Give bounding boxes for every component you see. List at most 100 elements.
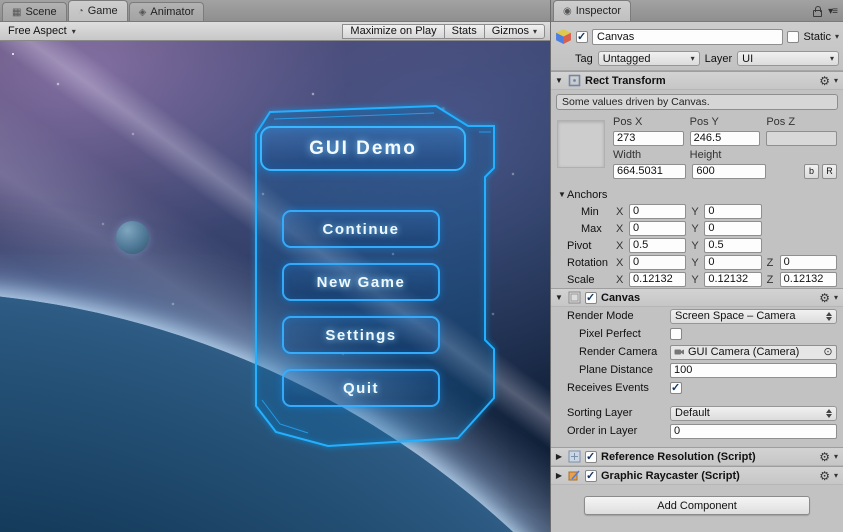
layer-dropdown[interactable]: UI ▾	[737, 51, 839, 66]
rotation-x-field[interactable]: 0	[629, 255, 687, 270]
static-dropdown-icon[interactable]: ▾	[835, 32, 839, 41]
order-in-layer-label: Order in Layer	[567, 425, 638, 437]
width-field[interactable]: 664.5031	[613, 164, 687, 179]
game-view-toolbar: Free Aspect ▾ Maximize on Play Stats Giz…	[0, 22, 550, 41]
add-component-button[interactable]: Add Component	[584, 496, 810, 515]
foldout-open-icon[interactable]: ▼	[554, 76, 564, 85]
anchor-max-row: Max X 0 Y 0	[551, 220, 843, 237]
chevron-down-icon: ▾	[690, 54, 695, 63]
rotation-y-field[interactable]: 0	[704, 255, 762, 270]
tab-game-label: Game	[87, 5, 118, 17]
anchor-max-x-field[interactable]: 0	[629, 221, 687, 236]
render-camera-label: Render Camera	[579, 346, 658, 358]
tab-inspector[interactable]: ◉ Inspector	[553, 0, 631, 21]
pivot-y-field[interactable]: 0.5	[704, 238, 762, 253]
scale-row: Scale X 0.12132 Y 0.12132 Z 0.12132	[551, 271, 843, 288]
foldout-collapsed-icon[interactable]: ▶	[554, 452, 564, 461]
rect-transform-icon	[568, 74, 581, 87]
pixel-perfect-label: Pixel Perfect	[579, 328, 641, 340]
render-camera-object-field[interactable]: GUI Camera (Camera) ⊙	[670, 344, 837, 360]
raw-edit-mode-button[interactable]: R	[821, 164, 837, 179]
sorting-layer-dropdown[interactable]: Default	[670, 405, 837, 421]
context-menu-icon[interactable]: ▾	[834, 452, 838, 461]
active-checkbox[interactable]	[576, 30, 588, 43]
gear-icon[interactable]: ⚙	[819, 469, 830, 483]
pivot-label: Pivot	[567, 239, 592, 252]
pos-y-field[interactable]: 246.5	[689, 131, 761, 146]
plane-distance-field[interactable]: 100	[670, 362, 837, 378]
chevron-down-icon: ▾	[532, 26, 537, 36]
scale-x-field[interactable]: 0.12132	[629, 272, 687, 287]
pivot-x-field[interactable]: 0.5	[629, 238, 687, 253]
foldout-collapsed-icon[interactable]: ▶	[554, 471, 564, 480]
context-menu-icon[interactable]: ▾	[834, 471, 838, 480]
graphic-raycaster-header[interactable]: ▶ Graphic Raycaster (Script) ⚙ ▾	[551, 466, 843, 485]
continue-button[interactable]: Continue	[282, 210, 440, 248]
gameobject-header: Canvas Static ▾ Tag Untagged ▾ Layer UI …	[551, 22, 843, 71]
static-checkbox[interactable]	[787, 30, 800, 43]
tag-dropdown[interactable]: Untagged ▾	[597, 51, 700, 66]
game-icon: ◔	[77, 5, 84, 17]
foldout-open-icon[interactable]: ▼	[554, 293, 564, 302]
receives-events-label: Receives Events	[567, 382, 649, 394]
height-label: Height	[689, 149, 722, 161]
canvas-enabled-checkbox[interactable]	[585, 291, 597, 304]
left-tabstrip: ▦ Scene ◔ Game ◈ Animator	[0, 0, 550, 22]
gizmos-dropdown[interactable]: Gizmos ▾	[483, 23, 545, 39]
dropdown-arrows-icon	[826, 408, 832, 418]
pos-z-field[interactable]	[766, 131, 838, 146]
height-field[interactable]: 600	[692, 164, 766, 179]
order-in-layer-field[interactable]: 0	[670, 423, 837, 439]
aspect-ratio-dropdown[interactable]: Free Aspect ▾	[0, 22, 84, 40]
tab-scene-label: Scene	[25, 6, 57, 18]
scale-z-field[interactable]: 0.12132	[779, 272, 837, 287]
inspector-icon: ◉	[563, 5, 572, 17]
new-game-button[interactable]: New Game	[282, 263, 440, 301]
aspect-ratio-value: Free Aspect	[8, 25, 67, 37]
object-picker-icon[interactable]: ⊙	[822, 346, 834, 358]
gear-icon[interactable]: ⚙	[819, 74, 830, 88]
settings-button[interactable]: Settings	[282, 316, 440, 354]
maximize-on-play-button[interactable]: Maximize on Play	[342, 23, 444, 39]
tab-animator[interactable]: ◈ Animator	[128, 2, 205, 21]
context-menu-icon[interactable]: ▾	[834, 76, 838, 85]
stats-button[interactable]: Stats	[443, 23, 484, 39]
menu-title: GUI Demo	[260, 126, 466, 171]
anchor-max-y-field[interactable]: 0	[704, 221, 762, 236]
inspector-panel: ◉ Inspector ▾≡ Canvas	[551, 0, 843, 532]
reference-resolution-header[interactable]: ▶ Reference Resolution (Script) ⚙ ▾	[551, 447, 843, 466]
scale-y-field[interactable]: 0.12132	[704, 272, 762, 287]
context-menu-icon[interactable]: ▾	[834, 293, 838, 302]
blueprint-mode-button[interactable]: b	[803, 164, 819, 179]
gear-icon[interactable]: ⚙	[819, 450, 830, 464]
animator-icon: ◈	[138, 6, 147, 18]
rect-transform-header[interactable]: ▼ Rect Transform ⚙ ▾	[551, 71, 843, 90]
canvas-component-icon	[568, 291, 581, 304]
tab-scene[interactable]: ▦ Scene	[2, 2, 67, 21]
panel-menu-icon[interactable]: ▾≡	[828, 6, 838, 17]
reference-resolution-enabled-checkbox[interactable]	[585, 450, 597, 463]
stars	[12, 53, 14, 55]
pos-x-field[interactable]: 273	[613, 131, 684, 146]
lock-icon[interactable]	[813, 6, 823, 17]
render-mode-dropdown[interactable]: Screen Space – Camera	[670, 308, 837, 324]
anchor-preset-preview[interactable]	[557, 120, 605, 168]
sorting-layer-label: Sorting Layer	[567, 407, 633, 419]
anchor-min-y-field[interactable]: 0	[704, 204, 762, 219]
tab-game[interactable]: ◔ Game	[67, 0, 128, 21]
dropdown-arrows-icon	[826, 311, 832, 321]
anchor-min-x-field[interactable]: 0	[629, 204, 687, 219]
anchors-row: ▼ Anchors	[551, 186, 843, 203]
rotation-z-field[interactable]: 0	[779, 255, 837, 270]
plane-distance-row: Plane Distance 100	[551, 361, 843, 379]
driven-values-note: Some values driven by Canvas.	[556, 94, 838, 110]
receives-events-checkbox[interactable]	[670, 381, 682, 394]
canvas-component-header[interactable]: ▼ Canvas ⚙ ▾	[551, 288, 843, 307]
anchors-foldout[interactable]: ▼ Anchors	[555, 189, 611, 201]
name-field[interactable]: Canvas	[592, 28, 784, 45]
graphic-raycaster-enabled-checkbox[interactable]	[585, 469, 597, 482]
render-mode-row: Render Mode Screen Space – Camera	[551, 307, 843, 325]
quit-button[interactable]: Quit	[282, 369, 440, 407]
gear-icon[interactable]: ⚙	[819, 291, 830, 305]
pixel-perfect-checkbox[interactable]	[670, 328, 682, 340]
